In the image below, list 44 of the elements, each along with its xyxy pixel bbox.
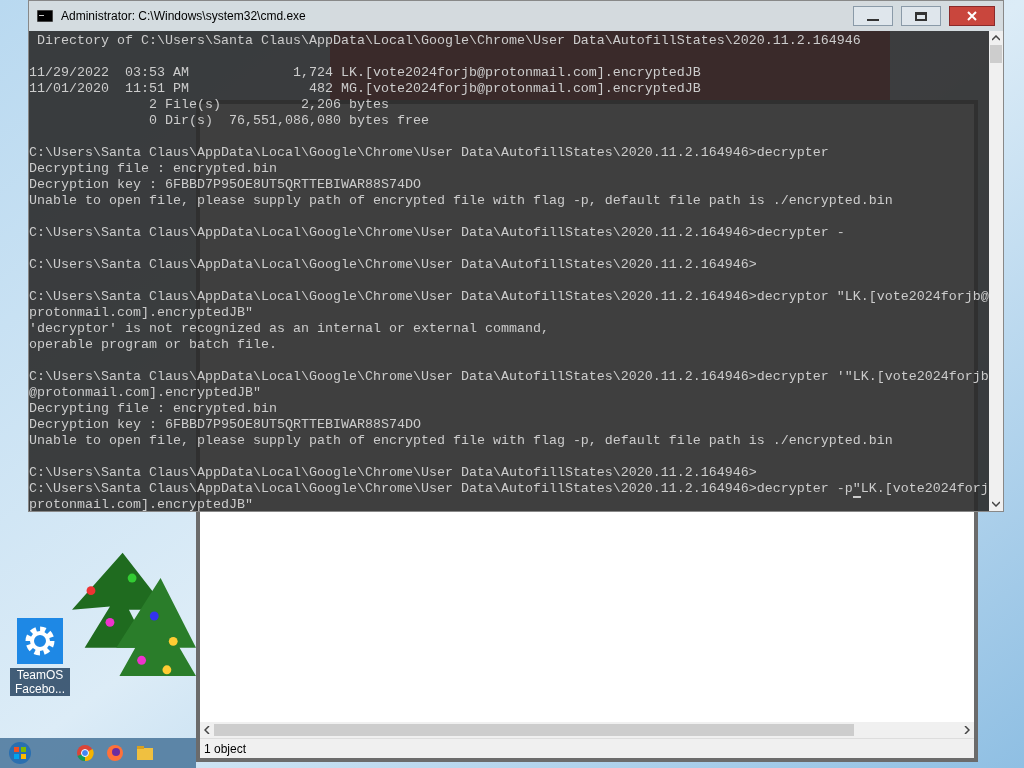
- scrollbar-thumb[interactable]: [989, 45, 1002, 63]
- scroll-left-icon[interactable]: [204, 726, 210, 734]
- minimize-button[interactable]: [853, 6, 893, 26]
- firefox-icon[interactable]: [106, 744, 124, 762]
- console-line: 11/01/2020 11:51 PM 482 MG.[vote2024forjb@protonmail.com].encryptedJB: [29, 81, 701, 96]
- console-line: @protonmail.com].encryptedJB": [29, 385, 261, 400]
- console-line: Directory of C:\Users\Santa Claus\AppData\Local\Google\Chrome\User Data\AutofillStates\2020.11.2.164946: [36, 33, 861, 48]
- start-orb-icon[interactable]: [8, 741, 32, 765]
- console-line: 0 Dir(s) 76,551,086,080 bytes free: [147, 113, 429, 128]
- console-line: C:\Users\Santa Claus\AppData\Local\Google\Chrome\User Data\AutofillStates\2020.11.2.164946>: [29, 257, 757, 272]
- console-line: Decrypting file : encrypted.bin: [29, 401, 277, 416]
- console-line: Decryption key : 6FBBD7P95OE8UT5QRTTEBIWAR88S74DO: [29, 177, 421, 192]
- console-line: protonmail.com].encryptedJB": [29, 305, 253, 320]
- chrome-icon[interactable]: [76, 744, 94, 762]
- close-button[interactable]: [949, 6, 995, 26]
- scroll-up-icon[interactable]: [991, 35, 1000, 41]
- window-title: Administrator: C:\Windows\system32\cmd.exe: [61, 8, 306, 25]
- console-line: 2 File(s) 2,206 bytes: [147, 97, 389, 112]
- desktop-icon[interactable]: [17, 618, 63, 664]
- console-line: Decryption key : 6FBBD7P95OE8UT5QRTTEBIWAR88S74DO: [29, 417, 421, 432]
- console-line: C:\Users\Santa Claus\AppData\Local\Google\Chrome\User Data\AutofillStates\2020.11.2.164946>decrypter -: [29, 225, 845, 240]
- maximize-button[interactable]: [901, 6, 941, 26]
- console-line: C:\Users\Santa Claus\AppData\Local\Google\Chrome\User Data\AutofillStates\2020.11.2.164946>decrypter '"LK.[vote2024forjb: [29, 369, 989, 384]
- gear-icon: [23, 624, 57, 658]
- horizontal-scrollbar[interactable]: [200, 722, 974, 738]
- scroll-right-icon[interactable]: [964, 726, 970, 734]
- console-line: protonmail.com].encryptedJB": [29, 497, 253, 511]
- scroll-down-icon[interactable]: [991, 501, 1000, 507]
- console-line: Unable to open file, please supply path of encrypted file with flag -p, default file path is ./encrypted.bin: [29, 193, 893, 208]
- console-line: C:\Users\Santa Claus\AppData\Local\Google\Chrome\User Data\AutofillStates\2020.11.2.164946>decrypter: [29, 145, 829, 160]
- vertical-scrollbar[interactable]: [988, 31, 1003, 511]
- console-line: operable program or batch file.: [29, 337, 277, 352]
- console-line: Decrypting file : encrypted.bin: [29, 161, 277, 176]
- console-line: C:\Users\Santa Claus\AppData\Local\Google\Chrome\User Data\AutofillStates\2020.11.2.164946>decryptor "LK.[vote2024forjb@: [29, 289, 989, 304]
- console-line: 'decryptor' is not recognized as an internal or external command,: [29, 321, 549, 336]
- scrollbar-thumb[interactable]: [214, 724, 854, 736]
- console-line: 11/29/2022 03:53 AM 1,724 LK.[vote2024forjb@protonmail.com].encryptedJB: [29, 65, 701, 80]
- console-icon: [37, 10, 53, 22]
- console-line: C:\Users\Santa Claus\AppData\Local\Google\Chrome\User Data\AutofillStates\2020.11.2.164946>: [29, 465, 757, 480]
- console-input-line[interactable]: C:\Users\Santa Claus\AppData\Local\Google\Chrome\User Data\AutofillStates\2020.11.2.164946>decrypter -p"LK.[vote2024forj: [29, 481, 989, 498]
- desktop-icon-label: TeamOS Facebo...: [10, 668, 70, 696]
- console-line: Unable to open file, please supply path of encrypted file with flag -p, default file path is ./encrypted.bin: [29, 433, 893, 448]
- status-text: 1 object: [204, 740, 247, 758]
- close-icon[interactable]: [967, 11, 977, 21]
